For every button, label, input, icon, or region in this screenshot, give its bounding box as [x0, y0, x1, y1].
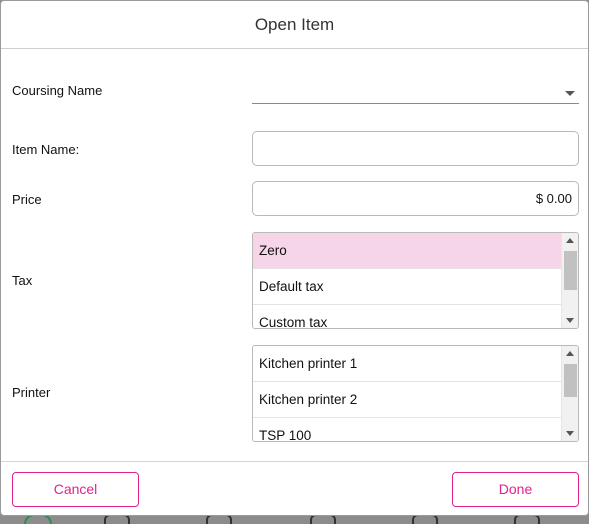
item-name-label: Item Name:: [12, 142, 80, 157]
printer-option-tsp-100[interactable]: TSP 100: [253, 418, 561, 441]
tax-label: Tax: [12, 273, 33, 288]
printer-option-kitchen-1[interactable]: Kitchen printer 1: [253, 346, 561, 382]
cancel-button[interactable]: Cancel: [12, 472, 139, 507]
price-input[interactable]: [252, 181, 579, 216]
dialog-title: Open Item: [1, 1, 588, 49]
coursing-name-select[interactable]: [252, 81, 579, 104]
tax-option-zero[interactable]: Zero: [253, 233, 561, 269]
tax-option-custom[interactable]: Custom tax: [253, 305, 561, 328]
tax-scrollbar[interactable]: [561, 233, 578, 328]
item-name-input[interactable]: [252, 131, 579, 166]
arrow-up-icon[interactable]: [566, 238, 574, 243]
arrow-down-icon[interactable]: [566, 318, 574, 323]
chevron-down-icon: [565, 91, 575, 96]
printer-scrollbar[interactable]: [561, 346, 578, 441]
done-button[interactable]: Done: [452, 472, 579, 507]
printer-scroll-thumb[interactable]: [564, 364, 577, 397]
open-item-dialog: Open Item Coursing Name Item Name: Price…: [0, 0, 589, 516]
arrow-up-icon[interactable]: [566, 351, 574, 356]
printer-listbox[interactable]: Kitchen printer 1 Kitchen printer 2 TSP …: [252, 345, 579, 442]
price-label: Price: [12, 192, 42, 207]
footer-divider: [1, 461, 588, 462]
printer-option-kitchen-2[interactable]: Kitchen printer 2: [253, 382, 561, 418]
tax-listbox[interactable]: Zero Default tax Custom tax: [252, 232, 579, 329]
tax-scroll-thumb[interactable]: [564, 251, 577, 290]
arrow-down-icon[interactable]: [566, 431, 574, 436]
coursing-name-label: Coursing Name: [12, 83, 103, 98]
tax-option-default[interactable]: Default tax: [253, 269, 561, 305]
printer-label: Printer: [12, 385, 51, 400]
